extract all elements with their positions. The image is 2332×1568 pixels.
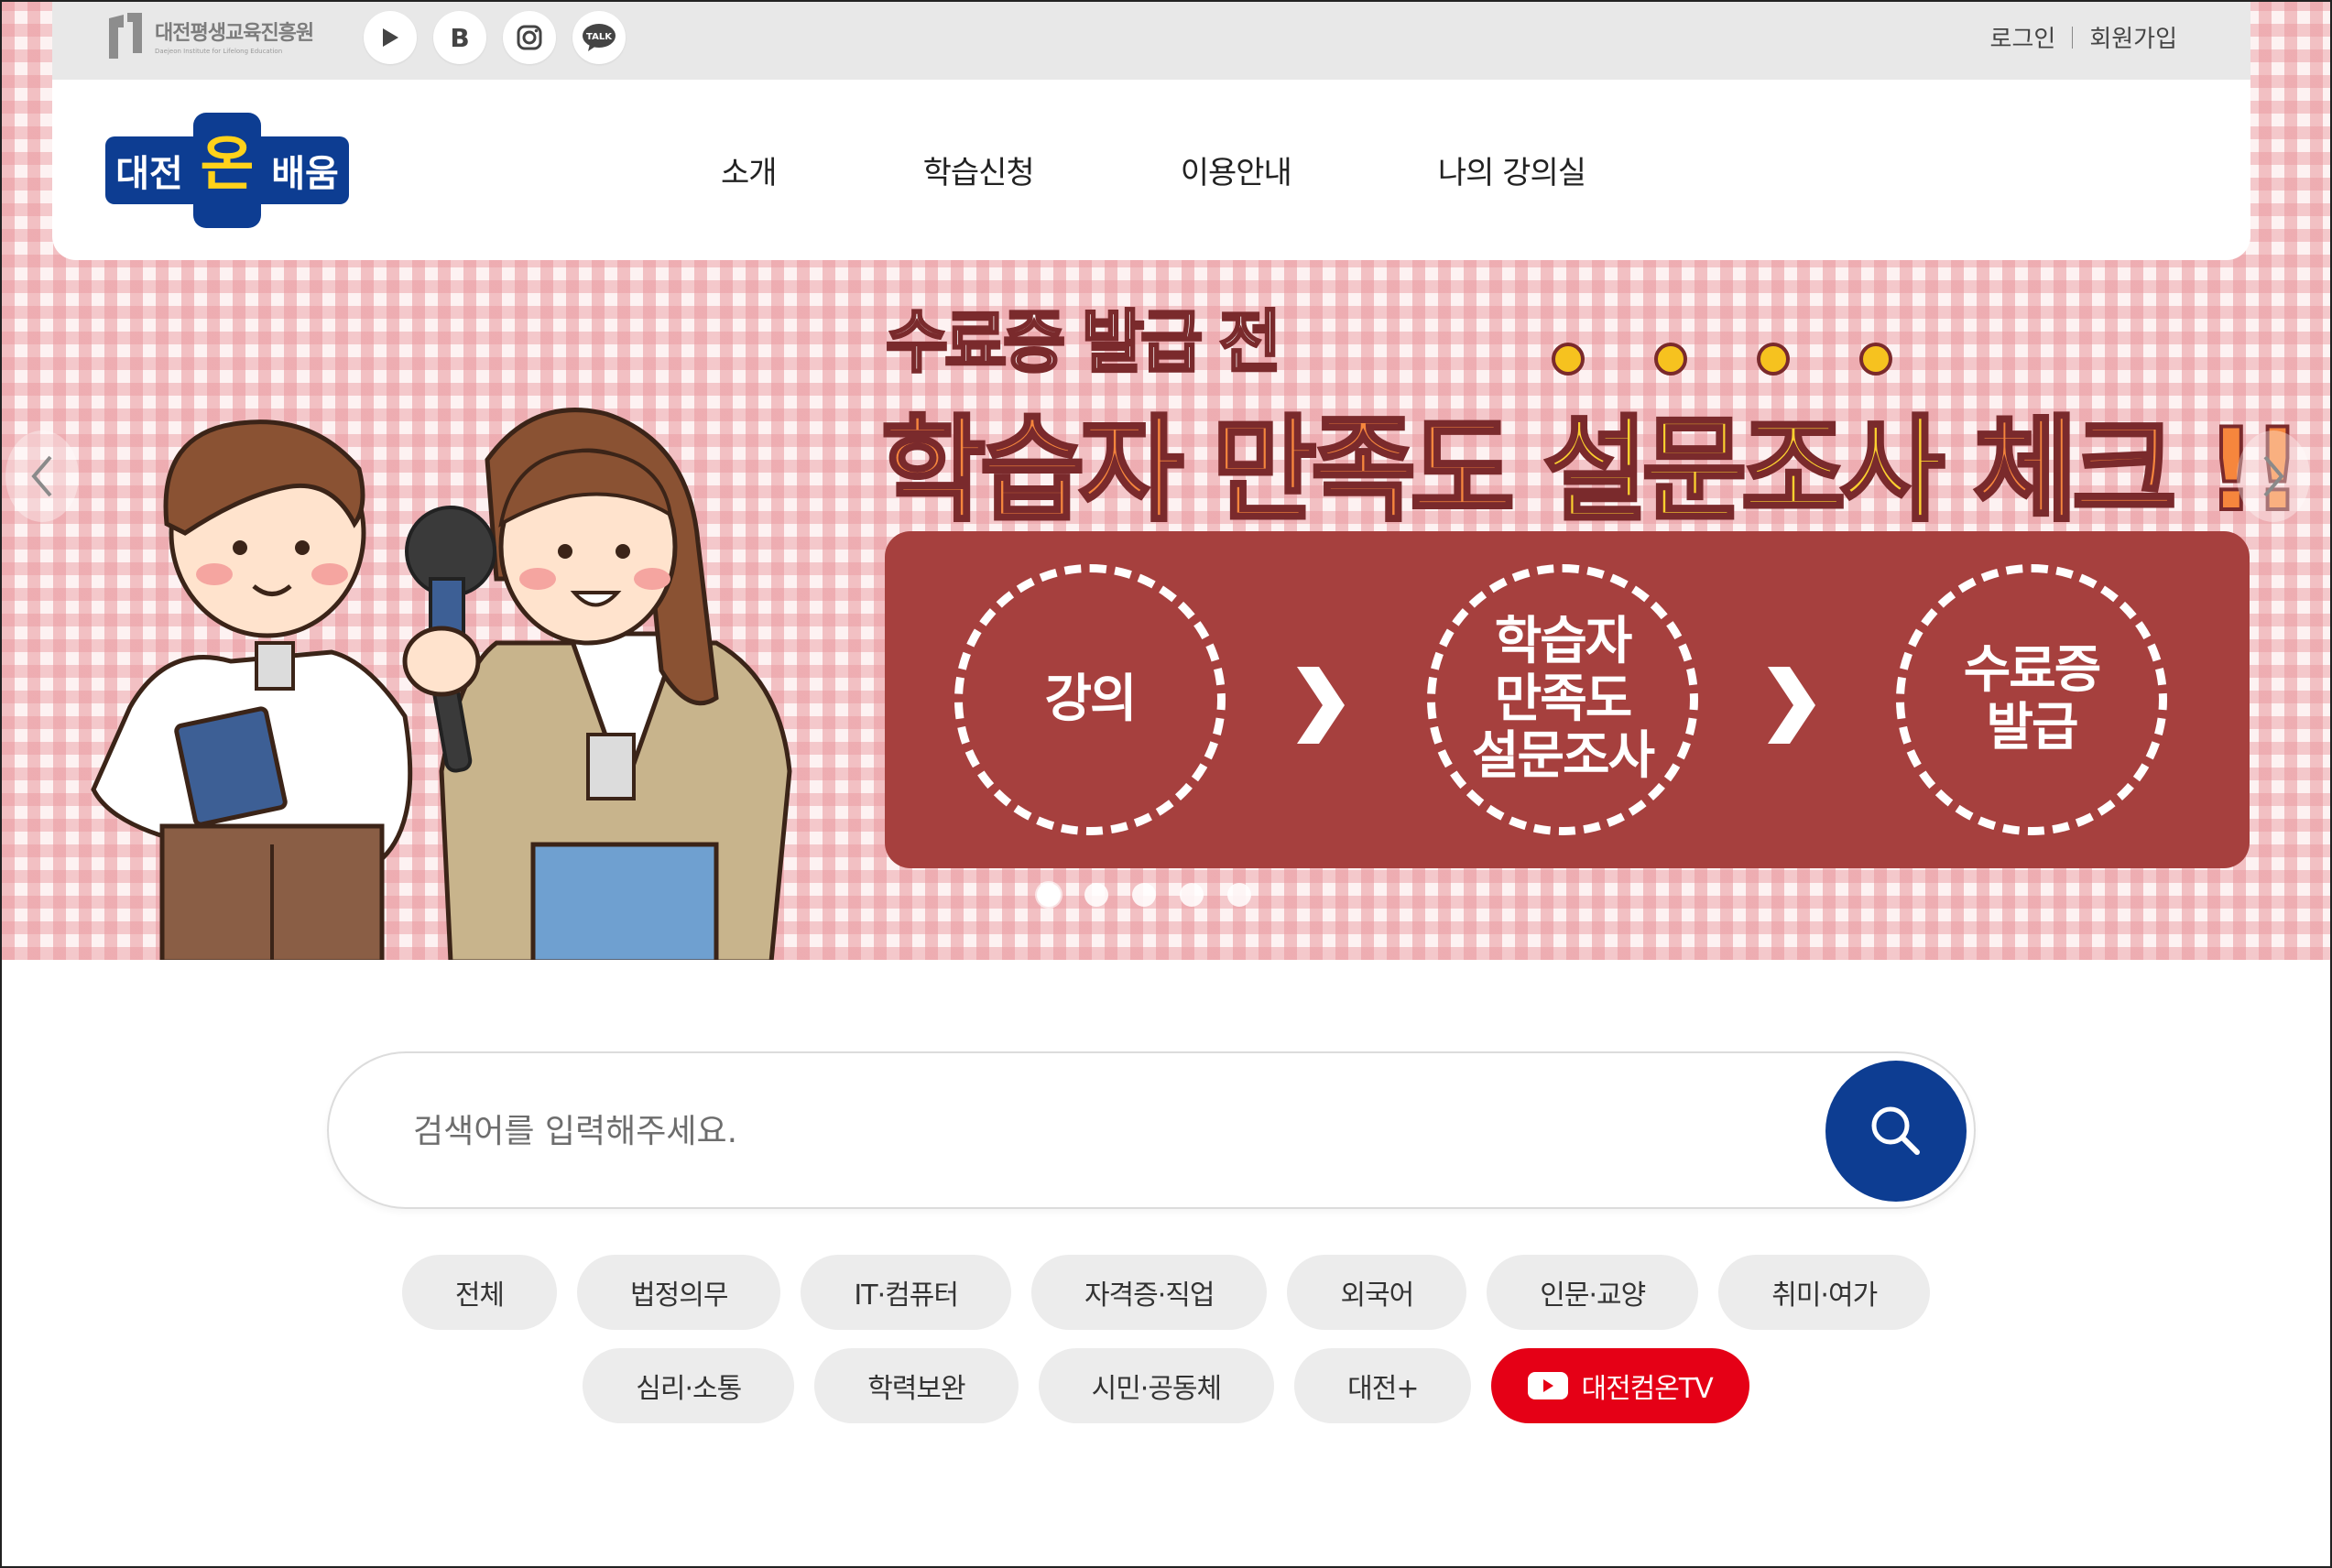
slide-dot[interactable] (1132, 883, 1156, 907)
org-name-en: Daejeon Institute for Lifelong Education (155, 48, 283, 55)
category-chip-legal[interactable]: 법정의무 (577, 1255, 781, 1330)
banner-subtitle: 수료증 발급 전 (884, 302, 1282, 384)
banner-title-part1: 학습자 만족도 (879, 403, 1543, 539)
nav-item-guide[interactable]: 이용안내 (1181, 147, 1292, 192)
kakaotalk-label: TALK (586, 32, 613, 42)
emphasis-dot (1552, 343, 1585, 376)
brand-text-left: 대전 (115, 153, 183, 195)
org-name: 대전평생교육진흥원 (155, 22, 314, 45)
search-bar (327, 1051, 1976, 1209)
search-input[interactable] (411, 1095, 1771, 1167)
blog-link[interactable]: B (433, 11, 486, 64)
search-button[interactable] (1825, 1061, 1967, 1202)
category-chip-psychology[interactable]: 심리·소통 (583, 1348, 795, 1423)
slide-prev-button[interactable] (5, 430, 79, 522)
blog-icon: B (450, 22, 470, 53)
step-certificate: 수료증 발급 (1896, 564, 2167, 835)
main-nav: 소개 학습신청 이용안내 나의 강의실 (721, 80, 1586, 260)
kakaotalk-icon: TALK (583, 24, 616, 51)
chevron-right-icon (1297, 667, 1345, 744)
daejeon-tv-button[interactable]: 대전컴온TV (1491, 1348, 1749, 1423)
slide-pager (1037, 883, 1251, 907)
brand-logo[interactable]: 대전 배움 온 (105, 113, 349, 228)
youtube-link[interactable] (364, 11, 417, 64)
category-chip-language[interactable]: 외국어 (1287, 1255, 1467, 1330)
slide-dot[interactable] (1084, 883, 1108, 907)
category-chip-hobby[interactable]: 취미·여가 (1718, 1255, 1931, 1330)
process-steps: 강의 학습자 만족도 설문조사 수료증 발급 (885, 531, 2250, 868)
slide-next-button[interactable] (2237, 430, 2310, 522)
site-header: 대전 배움 온 소개 학습신청 이용안내 나의 강의실 (52, 80, 2250, 260)
emphasis-dot (1757, 343, 1790, 376)
slide-dot[interactable] (1227, 883, 1251, 907)
auth-links: 로그인 회원가입 (1990, 20, 2177, 54)
emphasis-dots (1552, 343, 1892, 376)
category-chip-all[interactable]: 전체 (401, 1255, 558, 1330)
category-chip-certificate[interactable]: 자격증·직업 (1030, 1255, 1268, 1330)
category-chip-citizen[interactable]: 시민·공동체 (1038, 1348, 1275, 1423)
org-logo-mark-icon (109, 13, 142, 59)
category-row-1: 전체 법정의무 IT·컴퓨터 자격증·직업 외국어 인문·교양 취미·여가 (0, 1255, 2332, 1330)
slide-dot[interactable] (1180, 883, 1204, 907)
chevron-right-icon (1768, 667, 1815, 744)
brand-text-right: 배움 (271, 153, 339, 195)
instagram-link[interactable] (503, 11, 556, 64)
top-utility-bar: 대전평생교육진흥원 Daejeon Institute for Lifelong… (52, 2, 2250, 80)
step-lecture: 강의 (954, 564, 1226, 835)
instagram-icon (517, 25, 542, 50)
emphasis-dot (1654, 343, 1687, 376)
banner-title-highlight: 설문조사 (1542, 403, 1946, 539)
youtube-play-icon (383, 28, 398, 47)
nav-item-intro[interactable]: 소개 (721, 147, 778, 192)
youtube-icon (1528, 1372, 1569, 1399)
category-chip-it[interactable]: IT·컴퓨터 (801, 1255, 1011, 1330)
brand-text-on: 온 (201, 131, 255, 199)
login-link[interactable]: 로그인 (1990, 20, 2056, 54)
students-illustration (91, 408, 792, 960)
divider (2072, 26, 2074, 49)
step-survey: 학습자 만족도 설문조사 (1427, 564, 1698, 835)
daejeon-tv-label: 대전컴온TV (1581, 1373, 1713, 1405)
emphasis-dot (1859, 343, 1892, 376)
chevron-left-icon (31, 455, 52, 497)
category-chip-humanities[interactable]: 인문·교양 (1487, 1255, 1699, 1330)
sns-links: B TALK (364, 11, 626, 64)
search-icon (1871, 1106, 1920, 1155)
banner-title: 학습자 만족도 설문조사 체크 !! (879, 377, 2305, 542)
signup-link[interactable]: 회원가입 (2089, 20, 2177, 54)
category-chip-education[interactable]: 학력보완 (814, 1348, 1019, 1423)
nav-item-my-classroom[interactable]: 나의 강의실 (1438, 147, 1586, 192)
nav-item-apply[interactable]: 학습신청 (923, 147, 1035, 192)
category-chip-daejeon-plus[interactable]: 대전+ (1294, 1348, 1472, 1423)
org-logo[interactable]: 대전평생교육진흥원 Daejeon Institute for Lifelong… (105, 9, 314, 62)
chevron-right-icon (2263, 455, 2284, 497)
slide-dot[interactable] (1037, 883, 1061, 907)
category-row-2: 심리·소통 학력보완 시민·공동체 대전+ 대전컴온TV (0, 1348, 2332, 1423)
kakaotalk-link[interactable]: TALK (572, 11, 626, 64)
